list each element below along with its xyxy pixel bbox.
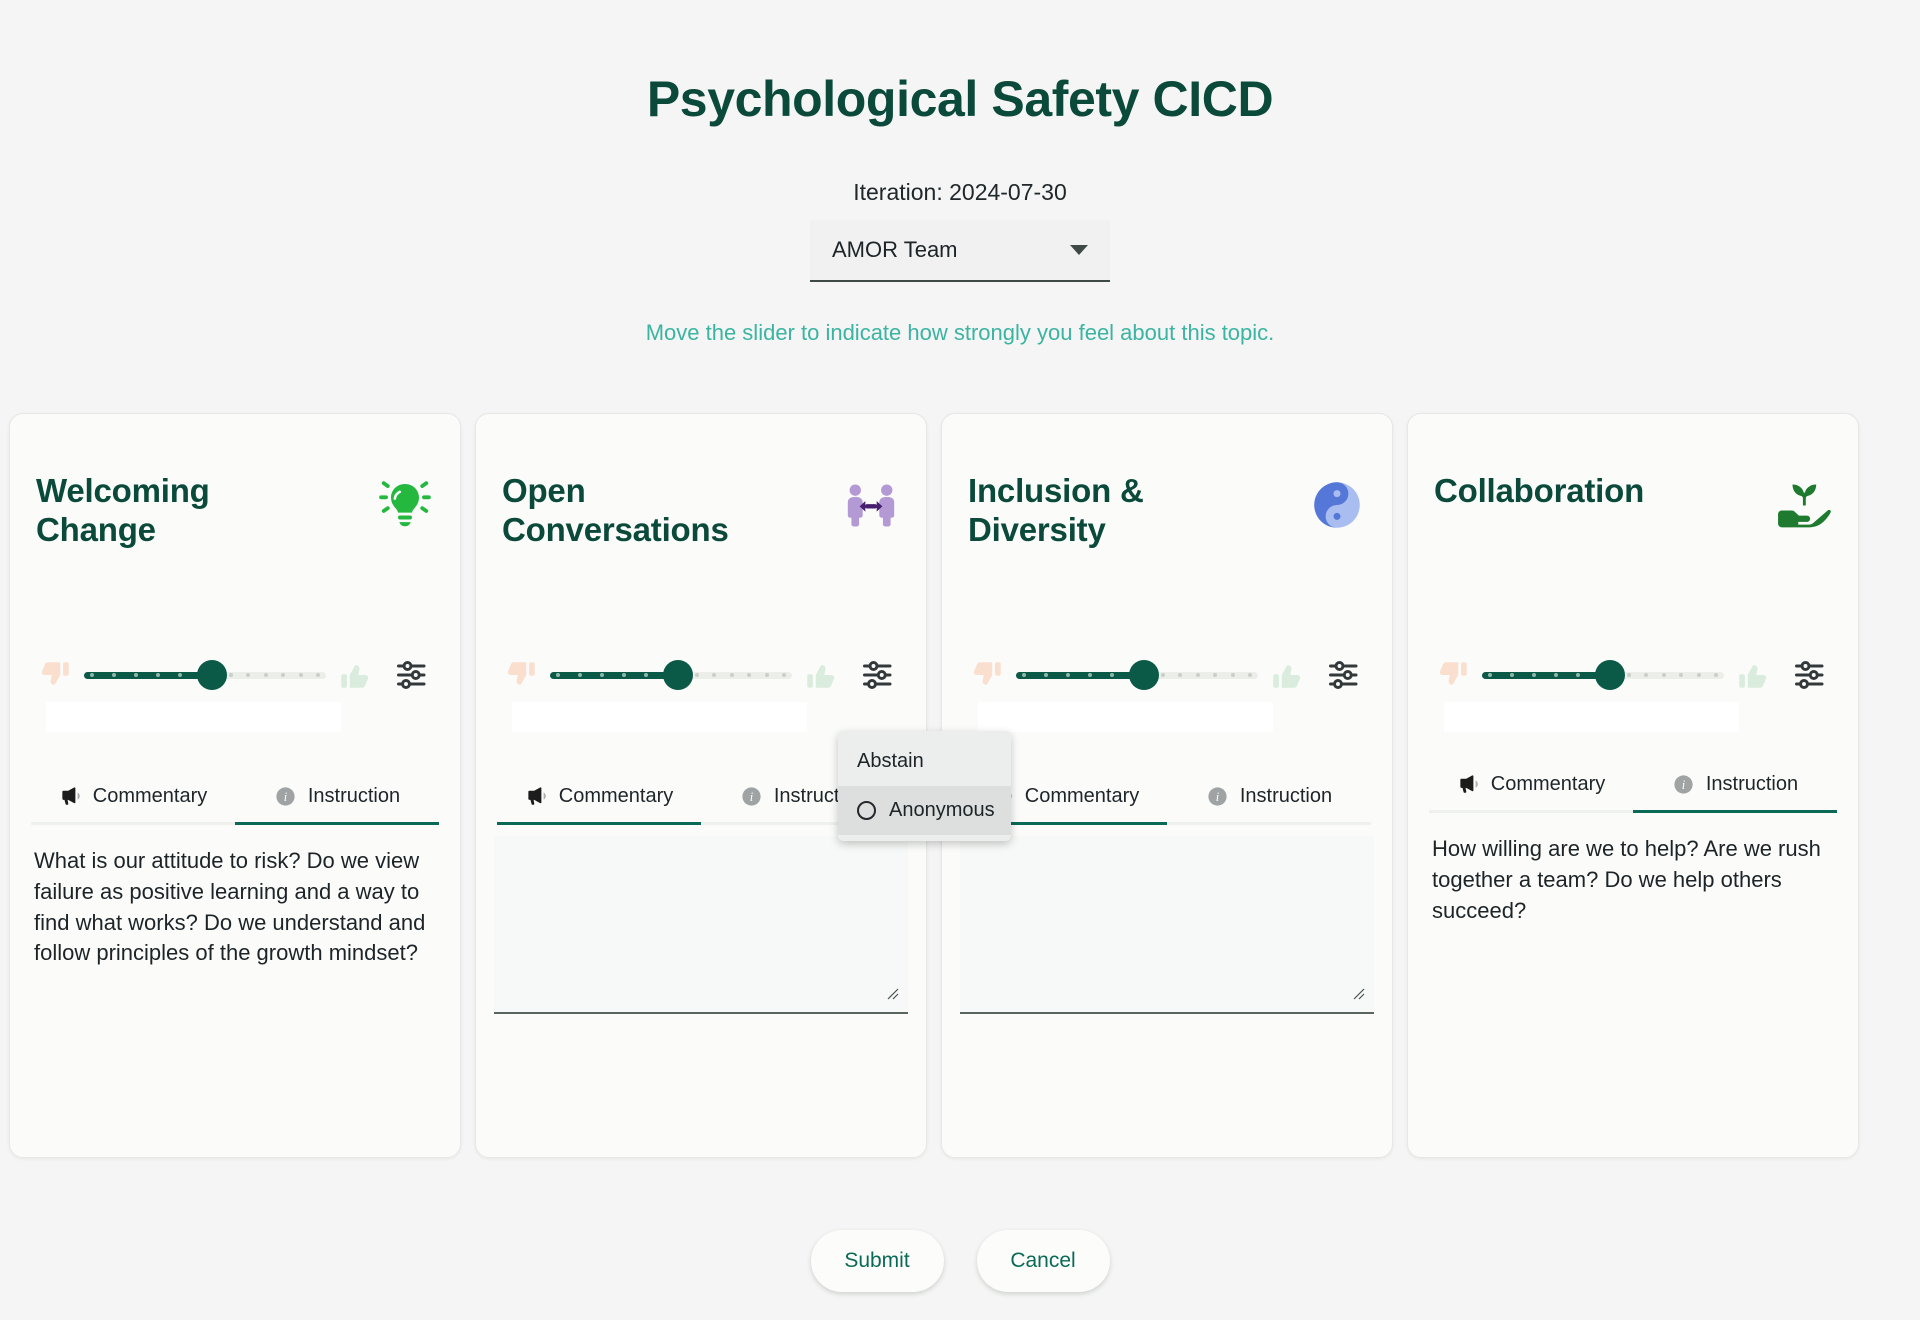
commentary-input[interactable] bbox=[494, 836, 908, 1014]
topic-card: Welcoming Change Commentary i Instructio… bbox=[9, 413, 461, 1158]
sentiment-slider-row bbox=[502, 657, 900, 693]
topic-card-list: Welcoming Change Commentary i Instructio… bbox=[9, 413, 1913, 1158]
sentiment-slider[interactable] bbox=[546, 658, 796, 692]
form-actions: Submit Cancel bbox=[0, 1230, 1920, 1292]
slider-thumb[interactable] bbox=[1129, 660, 1159, 690]
popup-item-abstain[interactable]: Abstain bbox=[838, 737, 1011, 786]
sentiment-slider[interactable] bbox=[1012, 658, 1262, 692]
slider-fill bbox=[1482, 671, 1612, 679]
slider-value-strip bbox=[46, 702, 341, 732]
cancel-button[interactable]: Cancel bbox=[976, 1230, 1110, 1292]
thumbs-down-icon bbox=[968, 658, 1008, 692]
instruction-text: What is our attitude to risk? Do we view… bbox=[34, 848, 426, 966]
hand-sprout-icon bbox=[1774, 476, 1832, 534]
team-select-value: AMOR Team bbox=[832, 237, 958, 262]
card-title: Collaboration bbox=[1434, 472, 1645, 509]
tab-instruction[interactable]: i Instruction bbox=[1633, 772, 1837, 813]
card-title: Open Conversations bbox=[502, 472, 729, 548]
slider-fill bbox=[1016, 671, 1146, 679]
tab-instruction[interactable]: i Instruction bbox=[1167, 784, 1371, 825]
instruction-text: How willing are we to help? Are we rush … bbox=[1432, 836, 1821, 923]
submit-button[interactable]: Submit bbox=[810, 1230, 944, 1292]
card-tabs: Commentary i Instruction bbox=[31, 784, 439, 825]
sentiment-slider[interactable] bbox=[1478, 658, 1728, 692]
popup-item-abstain-label: Abstain bbox=[857, 750, 924, 772]
slider-value-strip bbox=[512, 702, 807, 732]
thumbs-up-icon bbox=[1266, 658, 1306, 692]
sentiment-slider-row bbox=[36, 657, 434, 693]
slider-fill bbox=[550, 671, 680, 679]
svg-text:i: i bbox=[750, 789, 754, 803]
card-header: Inclusion & Diversity bbox=[968, 414, 1366, 549]
card-title: Welcoming Change bbox=[36, 472, 210, 548]
card-tabs: Commentary i Instruction bbox=[1429, 772, 1837, 813]
two-people-icon bbox=[842, 476, 900, 534]
tab-instruction[interactable]: i Instruction bbox=[235, 784, 439, 825]
app-root: Psychological Safety CICD Iteration: 202… bbox=[0, 0, 1920, 1320]
thumbs-down-icon bbox=[1434, 658, 1474, 692]
lightbulb-icon bbox=[376, 476, 434, 534]
tab-commentary[interactable]: Commentary bbox=[497, 784, 701, 825]
thumbs-up-icon bbox=[1732, 658, 1772, 692]
thumbs-down-icon bbox=[36, 658, 76, 692]
slider-fill bbox=[84, 671, 214, 679]
team-select[interactable]: AMOR Team bbox=[810, 220, 1110, 282]
tab-instruction-label: Instruction bbox=[307, 784, 401, 807]
card-header: Open Conversations bbox=[502, 414, 900, 549]
yin-yang-icon bbox=[1308, 476, 1366, 534]
megaphone-icon bbox=[1457, 772, 1481, 796]
slider-thumb[interactable] bbox=[197, 660, 227, 690]
slider-thumb[interactable] bbox=[1595, 660, 1625, 690]
info-icon: i bbox=[740, 784, 764, 808]
svg-text:i: i bbox=[1682, 777, 1686, 791]
card-title: Inclusion & Diversity bbox=[968, 472, 1144, 548]
card-header: Collaboration bbox=[1434, 414, 1832, 544]
tab-instruction-label: Instruction bbox=[1705, 772, 1799, 795]
svg-text:i: i bbox=[1216, 789, 1220, 803]
slider-settings-icon[interactable] bbox=[856, 657, 900, 693]
tab-commentary-label: Commentary bbox=[92, 784, 208, 807]
megaphone-icon bbox=[59, 784, 83, 808]
thumbs-down-icon bbox=[502, 658, 542, 692]
tab-commentary[interactable]: Commentary bbox=[1429, 772, 1633, 813]
slider-thumb[interactable] bbox=[663, 660, 693, 690]
tab-instruction-label: Instruction bbox=[1239, 784, 1333, 807]
thumbs-up-icon bbox=[800, 658, 840, 692]
tab-commentary-label: Commentary bbox=[1024, 784, 1140, 807]
commentary-input[interactable] bbox=[960, 836, 1374, 1014]
card-header: Welcoming Change bbox=[36, 414, 434, 549]
topic-card: Open Conversations Commentary i Instruct… bbox=[475, 413, 1011, 1158]
sentiment-slider-row bbox=[1434, 657, 1832, 693]
popup-item-anonymous-label: Anonymous bbox=[889, 799, 995, 821]
iteration-label: Iteration: 2024-07-30 bbox=[853, 179, 1067, 205]
slider-value-strip bbox=[978, 702, 1273, 732]
chevron-down-icon bbox=[1070, 245, 1088, 255]
info-icon: i bbox=[1206, 784, 1230, 808]
card-tabs: Commentary i Instruction bbox=[963, 784, 1371, 825]
megaphone-icon bbox=[525, 784, 549, 808]
tab-commentary-label: Commentary bbox=[1490, 772, 1606, 795]
info-icon: i bbox=[274, 784, 298, 808]
thumbs-up-icon bbox=[334, 658, 374, 692]
popup-item-anonymous[interactable]: Anonymous bbox=[838, 786, 1011, 835]
slider-hint: Move the slider to indicate how strongly… bbox=[645, 320, 1275, 345]
sentiment-slider[interactable] bbox=[80, 658, 330, 692]
slider-settings-icon[interactable] bbox=[1322, 657, 1366, 693]
tab-commentary-label: Commentary bbox=[558, 784, 674, 807]
slider-options-popup[interactable]: Abstain Anonymous bbox=[838, 731, 1011, 841]
radio-button-icon[interactable] bbox=[857, 801, 876, 820]
slider-value-strip bbox=[1444, 702, 1739, 732]
info-icon: i bbox=[1672, 772, 1696, 796]
slider-settings-icon[interactable] bbox=[390, 657, 434, 693]
svg-text:i: i bbox=[284, 789, 288, 803]
page-title: Psychological Safety CICD bbox=[646, 71, 1274, 127]
topic-card: Collaboration Commentary i Instruction H… bbox=[1407, 413, 1859, 1158]
sentiment-slider-row bbox=[968, 657, 1366, 693]
tab-commentary[interactable]: Commentary bbox=[31, 784, 235, 825]
slider-settings-icon[interactable] bbox=[1788, 657, 1832, 693]
